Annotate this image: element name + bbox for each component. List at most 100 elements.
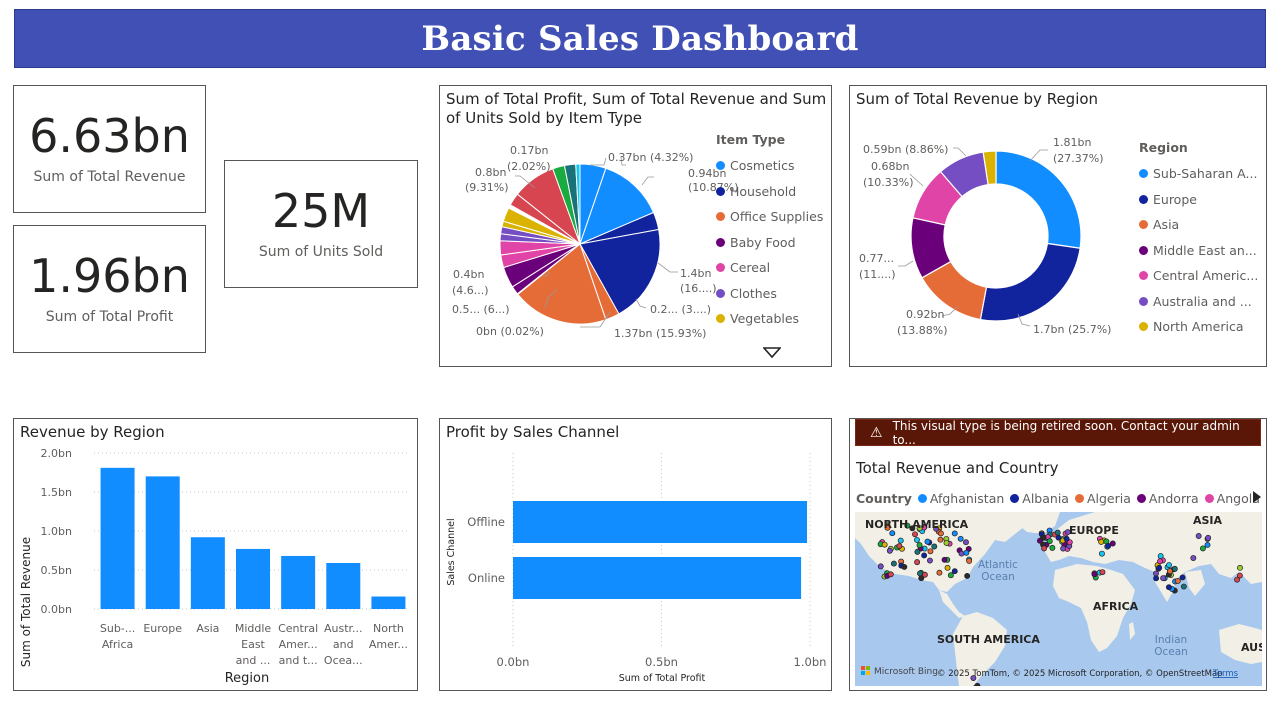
country-marker[interactable] xyxy=(941,556,948,563)
country-marker[interactable] xyxy=(896,543,903,549)
region-legend-item[interactable]: Asia xyxy=(1139,212,1258,238)
country-marker[interactable] xyxy=(931,543,938,550)
country-marker[interactable] xyxy=(889,530,896,537)
country-marker[interactable] xyxy=(1199,545,1206,552)
country-marker[interactable] xyxy=(917,570,923,577)
country-marker[interactable] xyxy=(881,541,888,548)
country-marker[interactable] xyxy=(1046,538,1053,545)
country-marker[interactable] xyxy=(887,571,894,578)
country-marker[interactable] xyxy=(1054,529,1061,536)
revenue-bar[interactable] xyxy=(281,555,316,609)
country-marker[interactable] xyxy=(943,539,950,546)
country-marker[interactable] xyxy=(1098,538,1105,545)
world-map[interactable]: NORTH AMERICA EUROPE ASIA AFRICA SOUTH A… xyxy=(855,512,1262,686)
country-marker[interactable] xyxy=(1165,584,1172,591)
revenue-bar[interactable] xyxy=(145,476,180,609)
country-marker[interactable] xyxy=(1179,574,1186,581)
region-legend-item[interactable]: Sub-Saharan A... xyxy=(1139,161,1258,187)
profit-by-channel-chart[interactable]: Offline Online 0.0bn 0.5bn 1.0bn Sales Chan… xyxy=(440,419,833,692)
country-marker[interactable] xyxy=(1171,565,1178,572)
country-marker[interactable] xyxy=(886,547,893,554)
country-marker[interactable] xyxy=(1237,564,1243,571)
donut-slice[interactable] xyxy=(979,242,1081,322)
country-marker[interactable] xyxy=(1204,542,1211,548)
item-type-legend-item[interactable]: Household xyxy=(716,179,823,205)
country-marker[interactable] xyxy=(958,550,965,557)
country-marker[interactable] xyxy=(1049,544,1056,551)
more-items-triangle-down-icon[interactable] xyxy=(763,347,781,359)
country-marker[interactable] xyxy=(927,548,934,555)
revenue-bar[interactable] xyxy=(326,562,361,609)
region-legend-item[interactable]: Central Americ... xyxy=(1139,263,1258,289)
country-marker[interactable] xyxy=(1063,535,1070,542)
revenue-bar[interactable] xyxy=(371,596,406,609)
region-legend[interactable]: Region Sub-Saharan A... Europe Asia Middle … xyxy=(1139,140,1258,340)
country-legend[interactable]: Country Afghanistan Albania Algeria Andorra… xyxy=(856,491,1266,506)
map-terms-link[interactable]: Terms xyxy=(1212,669,1239,679)
country-marker[interactable] xyxy=(1105,542,1112,549)
retirement-warning-banner[interactable]: ⚠ This visual type is being retired soon… xyxy=(855,419,1261,447)
item-type-legend-item[interactable]: Baby Food xyxy=(716,230,823,256)
country-legend-item[interactable]: Andorra xyxy=(1136,491,1199,506)
item-type-legend-item[interactable]: Office Supplies xyxy=(716,204,823,230)
country-marker[interactable] xyxy=(918,575,925,582)
country-legend-item[interactable]: Albania xyxy=(1010,491,1069,506)
revenue-by-region-chart[interactable]: 2.0bn 1.5bn 1.0bn 0.5bn 0.0bn Sub-... Africa E… xyxy=(14,419,419,692)
country-marker[interactable] xyxy=(937,530,944,537)
country-marker[interactable] xyxy=(957,535,964,542)
country-marker[interactable] xyxy=(951,530,958,537)
country-marker[interactable] xyxy=(897,537,904,544)
country-marker[interactable] xyxy=(936,569,943,576)
country-marker[interactable] xyxy=(1166,562,1172,568)
revenue-bar[interactable] xyxy=(236,548,270,609)
country-marker[interactable] xyxy=(1041,545,1048,552)
country-marker[interactable] xyxy=(916,542,923,549)
country-legend-item[interactable]: Afghanistan xyxy=(917,491,1004,506)
country-marker[interactable] xyxy=(926,557,933,564)
revenue-by-region-card[interactable]: Revenue by Region 2.0bn 1.5bn 1.0bn 0.5bn 0.… xyxy=(13,418,418,691)
country-marker[interactable] xyxy=(912,531,918,538)
item-type-legend[interactable]: Item Type Cosmetics Household Office Suppl… xyxy=(716,132,823,332)
kpi-total-profit-card[interactable]: 1.96bn Sum of Total Profit xyxy=(13,225,206,353)
country-marker[interactable] xyxy=(921,552,928,559)
country-marker[interactable] xyxy=(1040,534,1047,541)
item-type-legend-item[interactable]: Cereal xyxy=(716,255,823,281)
country-marker[interactable] xyxy=(890,560,897,567)
country-marker[interactable] xyxy=(944,564,951,571)
country-marker[interactable] xyxy=(924,538,931,545)
country-marker[interactable] xyxy=(964,572,971,579)
region-legend-item[interactable]: North America xyxy=(1139,314,1258,340)
country-marker[interactable] xyxy=(914,536,920,543)
item-type-pie-card[interactable]: Sum of Total Profit, Sum of Total Revenu… xyxy=(439,85,832,367)
country-marker[interactable] xyxy=(1156,564,1163,571)
country-marker[interactable] xyxy=(951,568,958,575)
country-marker[interactable] xyxy=(1060,545,1067,552)
region-legend-item[interactable]: Australia and ... xyxy=(1139,289,1258,315)
revenue-bar[interactable] xyxy=(100,467,135,609)
country-marker[interactable] xyxy=(966,557,973,564)
country-marker[interactable] xyxy=(963,539,969,546)
country-legend-item[interactable]: Algeria xyxy=(1074,491,1131,506)
country-marker[interactable] xyxy=(1190,555,1197,561)
item-type-legend-item[interactable]: Clothes xyxy=(716,281,823,307)
region-legend-item[interactable]: Middle East an... xyxy=(1139,238,1258,264)
country-marker[interactable] xyxy=(877,563,884,570)
country-marker[interactable] xyxy=(901,563,908,570)
donut-slice[interactable] xyxy=(995,150,1082,249)
kpi-units-sold-card[interactable]: 25M Sum of Units Sold xyxy=(224,160,418,288)
country-marker[interactable] xyxy=(1160,575,1167,582)
country-marker[interactable] xyxy=(1091,571,1098,578)
revenue-country-map-card[interactable]: ⚠ This visual type is being retired soon… xyxy=(849,418,1267,691)
legend-next-triangle-right-icon[interactable] xyxy=(1251,489,1263,505)
channel-bar[interactable] xyxy=(513,557,802,599)
region-legend-item[interactable]: Europe xyxy=(1139,187,1258,213)
country-marker[interactable] xyxy=(1195,533,1202,539)
country-marker[interactable] xyxy=(1174,577,1181,584)
item-type-legend-item[interactable]: Vegetables xyxy=(716,306,823,332)
country-marker[interactable] xyxy=(1157,558,1163,565)
country-marker[interactable] xyxy=(1055,534,1062,541)
region-donut-card[interactable]: Sum of Total Revenue by Region 1.81bn (2… xyxy=(849,85,1267,367)
item-type-legend-item[interactable]: Cosmetics xyxy=(716,153,823,179)
country-marker[interactable] xyxy=(1153,575,1160,582)
revenue-bar[interactable] xyxy=(190,537,225,609)
